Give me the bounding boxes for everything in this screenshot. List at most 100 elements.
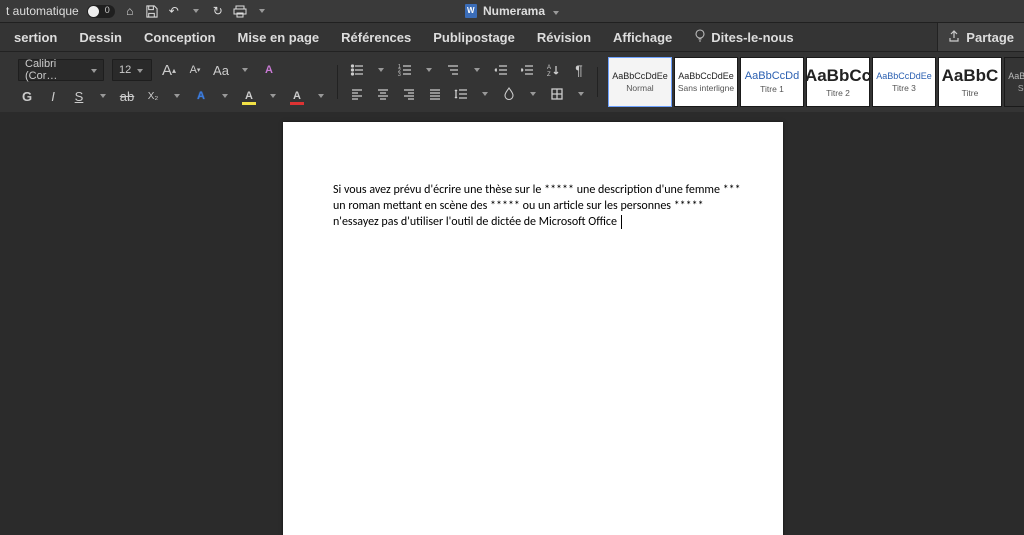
text-effects-button[interactable]: A bbox=[192, 87, 210, 105]
numbering-icon[interactable]: 123 bbox=[396, 61, 414, 79]
tab-insertion[interactable]: sertion bbox=[14, 30, 57, 45]
ribbon: Calibri (Cor… 12 A▴ A▾ Aa A G I S ab X₂ … bbox=[0, 52, 1024, 113]
style-sample: AaBbCcDdEe bbox=[678, 71, 734, 81]
borders-icon[interactable] bbox=[548, 85, 566, 103]
style-swatch[interactable]: AaBbCcDdEe Sous-titre bbox=[1004, 57, 1024, 107]
align-right-icon[interactable] bbox=[400, 85, 418, 103]
pilcrow-icon[interactable]: ¶ bbox=[570, 61, 588, 79]
style-swatch[interactable]: AaBbCcDd Titre 1 bbox=[740, 57, 804, 107]
chevron-down-icon bbox=[91, 64, 97, 76]
tell-me[interactable]: Dites-le-nous bbox=[694, 29, 793, 46]
multilevel-dropdown-icon[interactable] bbox=[470, 61, 484, 79]
borders-dropdown-icon[interactable] bbox=[574, 85, 588, 103]
svg-text:Z: Z bbox=[547, 72, 551, 77]
share-button[interactable]: Partage bbox=[937, 23, 1024, 51]
style-sample: AaBbCcDdEe bbox=[876, 71, 932, 81]
multilevel-icon[interactable] bbox=[444, 61, 462, 79]
autosave-toggle[interactable]: 0 bbox=[87, 5, 115, 18]
tab-dessin[interactable]: Dessin bbox=[79, 30, 122, 45]
styles-gallery: AaBbCcDdEe Normal AaBbCcDdEe Sans interlign… bbox=[608, 57, 1024, 107]
title-dropdown-icon[interactable] bbox=[553, 4, 559, 18]
print-icon[interactable] bbox=[233, 4, 247, 18]
numbering-dropdown-icon[interactable] bbox=[422, 61, 436, 79]
shrink-font-icon[interactable]: A▾ bbox=[186, 61, 204, 79]
clear-format-icon[interactable]: A bbox=[260, 61, 278, 79]
font-group: Calibri (Cor… 12 A▴ A▾ Aa A G I S ab X₂ … bbox=[8, 59, 338, 105]
document-title: Numerama bbox=[483, 4, 545, 18]
underline-button[interactable]: S bbox=[70, 87, 88, 105]
svg-text:A: A bbox=[547, 65, 551, 71]
ribbon-tabs: sertion Dessin Conception Mise en page R… bbox=[0, 23, 1024, 52]
share-icon bbox=[948, 30, 960, 45]
style-label: Titre 3 bbox=[892, 83, 916, 93]
shading-dropdown-icon[interactable] bbox=[526, 85, 540, 103]
subscript-button[interactable]: X₂ bbox=[144, 87, 162, 105]
style-sample: AaBbCcDd bbox=[745, 70, 799, 82]
strike-button[interactable]: ab bbox=[118, 87, 136, 105]
sort-icon[interactable]: AZ bbox=[544, 61, 562, 79]
style-label: Sans interligne bbox=[678, 83, 734, 93]
style-sample: AaBbCc bbox=[805, 66, 871, 86]
font-size-select[interactable]: 12 bbox=[112, 59, 152, 81]
bold-button[interactable]: G bbox=[18, 87, 36, 105]
document-area[interactable]: Si vous avez prévu d'écrire une thèse su… bbox=[0, 112, 1024, 535]
align-left-icon[interactable] bbox=[348, 85, 366, 103]
case-dropdown-icon[interactable] bbox=[238, 61, 252, 79]
style-label: Normal bbox=[626, 83, 653, 93]
tab-affichage[interactable]: Affichage bbox=[613, 30, 672, 45]
highlight-button[interactable]: A bbox=[240, 87, 258, 105]
bulb-icon bbox=[694, 29, 706, 46]
redo-icon[interactable]: ↻ bbox=[211, 4, 225, 18]
tab-conception[interactable]: Conception bbox=[144, 30, 216, 45]
chevron-down-icon bbox=[137, 64, 143, 76]
bullets-dropdown-icon[interactable] bbox=[374, 61, 388, 79]
style-swatch[interactable]: AaBbCcDdEe Normal bbox=[608, 57, 672, 107]
style-sample: AaBbCcDdEe bbox=[1008, 71, 1024, 81]
effects-dropdown-icon[interactable] bbox=[218, 87, 232, 105]
tab-references[interactable]: Références bbox=[341, 30, 411, 45]
underline-dropdown-icon[interactable] bbox=[96, 87, 110, 105]
align-justify-icon[interactable] bbox=[426, 85, 444, 103]
italic-button[interactable]: I bbox=[44, 87, 62, 105]
style-label: Sous-titre bbox=[1018, 83, 1024, 93]
svg-text:3: 3 bbox=[398, 72, 401, 77]
align-center-icon[interactable] bbox=[374, 85, 392, 103]
style-swatch[interactable]: AaBbCcDdEe Titre 3 bbox=[872, 57, 936, 107]
style-label: Titre 2 bbox=[826, 88, 850, 98]
paragraph-group: 123 AZ ¶ bbox=[338, 61, 598, 103]
autosave-label: t automatique bbox=[6, 4, 79, 18]
text-cursor bbox=[618, 215, 622, 229]
indent-icon[interactable] bbox=[518, 61, 536, 79]
tab-publipostage[interactable]: Publipostage bbox=[433, 30, 515, 45]
highlight-dropdown-icon[interactable] bbox=[266, 87, 280, 105]
print-dropdown-icon[interactable] bbox=[255, 4, 269, 18]
undo-icon[interactable]: ↶ bbox=[167, 4, 181, 18]
font-color-dropdown-icon[interactable] bbox=[314, 87, 328, 105]
page[interactable]: Si vous avez prévu d'écrire une thèse su… bbox=[283, 122, 783, 535]
style-label: Titre bbox=[962, 88, 979, 98]
tab-revision[interactable]: Révision bbox=[537, 30, 591, 45]
undo-dropdown-icon[interactable] bbox=[189, 4, 203, 18]
bullets-icon[interactable] bbox=[348, 61, 366, 79]
tab-miseenpage[interactable]: Mise en page bbox=[237, 30, 319, 45]
save-icon[interactable] bbox=[145, 4, 159, 18]
home-icon[interactable]: ⌂ bbox=[123, 4, 137, 18]
font-color-button[interactable]: A bbox=[288, 87, 306, 105]
titlebar: t automatique 0 ⌂ ↶ ↻ Numerama bbox=[0, 0, 1024, 23]
shading-icon[interactable] bbox=[500, 85, 518, 103]
word-doc-icon bbox=[465, 4, 477, 18]
grow-font-icon[interactable]: A▴ bbox=[160, 61, 178, 79]
style-sample: AaBbC bbox=[942, 66, 999, 86]
style-swatch[interactable]: AaBbC Titre bbox=[938, 57, 1002, 107]
style-swatch[interactable]: AaBbCcDdEe Sans interligne bbox=[674, 57, 738, 107]
font-name-select[interactable]: Calibri (Cor… bbox=[18, 59, 104, 81]
change-case-icon[interactable]: Aa bbox=[212, 61, 230, 79]
script-dropdown-icon[interactable] bbox=[170, 87, 184, 105]
style-swatch[interactable]: AaBbCc Titre 2 bbox=[806, 57, 870, 107]
style-label: Titre 1 bbox=[760, 84, 784, 94]
line-spacing-icon[interactable] bbox=[452, 85, 470, 103]
document-body[interactable]: Si vous avez prévu d'écrire une thèse su… bbox=[333, 182, 743, 231]
outdent-icon[interactable] bbox=[492, 61, 510, 79]
spacing-dropdown-icon[interactable] bbox=[478, 85, 492, 103]
style-sample: AaBbCcDdEe bbox=[612, 71, 668, 81]
